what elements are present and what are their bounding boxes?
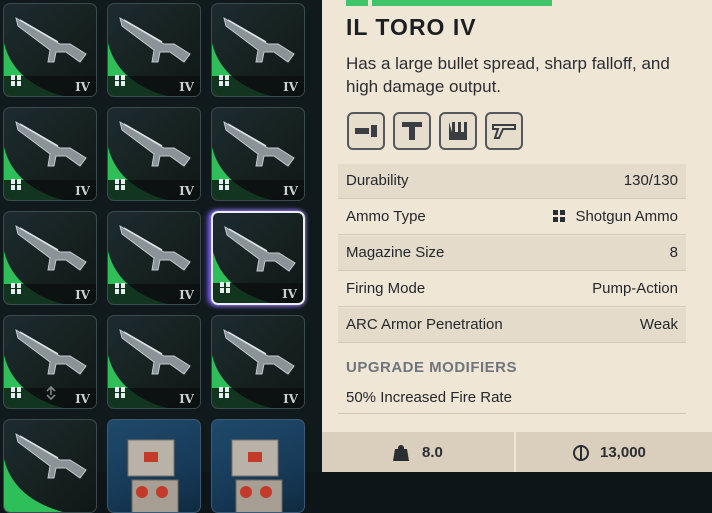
item-detail-panel: IL TORO IV Has a large bullet spread, sh… — [322, 0, 712, 472]
stock-icon[interactable] — [485, 112, 523, 150]
shotgun-ammo-icon — [114, 282, 127, 300]
weight-icon — [392, 444, 410, 467]
weight-box: 8.0 — [322, 432, 514, 472]
tier-label: IV — [179, 392, 194, 406]
shotgun-ammo-icon — [10, 282, 23, 300]
inventory-slot[interactable]: IV — [3, 315, 97, 409]
stat-row-ammo-type: Ammo Type Shotgun Ammo — [338, 200, 686, 235]
rarity-bar-right — [456, 0, 552, 6]
inventory-slot[interactable]: IV — [3, 107, 97, 201]
shotgun-icon — [223, 16, 295, 63]
inventory-slot[interactable] — [3, 419, 97, 513]
tier-label: IV — [179, 80, 194, 94]
shotgun-ammo-icon — [10, 74, 23, 92]
inventory-slot[interactable]: IV — [107, 3, 201, 97]
rarity-bar-left — [346, 0, 368, 6]
upgrade-modifier: 50% Increased Fire Rate — [346, 389, 512, 406]
shotgun-icon — [15, 16, 87, 63]
inventory-slot[interactable]: IV — [211, 107, 305, 201]
inventory-slot[interactable]: IV — [107, 107, 201, 201]
shotgun-ammo-icon — [218, 178, 231, 196]
shotgun-ammo-icon — [114, 178, 127, 196]
shotgun-icon — [119, 224, 191, 271]
inventory-slot[interactable]: IV — [211, 211, 305, 305]
shotgun-ammo-icon — [114, 386, 127, 404]
tier-label: IV — [283, 184, 298, 198]
shotgun-icon — [15, 224, 87, 271]
inventory-slot[interactable]: IV — [211, 315, 305, 409]
price-value: 13,000 — [600, 444, 646, 461]
shotgun-icon — [15, 432, 87, 479]
shotgun-icon — [15, 328, 87, 375]
shotgun-ammo-icon — [218, 74, 231, 92]
shotgun-ammo-icon — [219, 281, 232, 299]
stat-value: Shotgun Ammo — [575, 208, 678, 225]
shotgun-icon — [119, 16, 191, 63]
upgrade-modifiers-header: UPGRADE MODIFIERS — [346, 359, 518, 376]
item-description: Has a large bullet spread, sharp falloff… — [346, 54, 670, 96]
shotgun-icon — [223, 328, 295, 375]
stat-row-durability: Durability 130/130 — [338, 164, 686, 199]
inventory-slot-crate[interactable] — [107, 419, 201, 513]
inventory-slot-crate[interactable] — [211, 419, 305, 513]
shotgun-ammo-icon — [218, 386, 231, 404]
tier-label: IV — [75, 184, 90, 198]
shotgun-ammo-icon — [10, 178, 23, 196]
stat-value: 8 — [669, 244, 678, 261]
grip-icon[interactable] — [439, 112, 477, 150]
divider — [338, 413, 686, 414]
tier-label: IV — [179, 184, 194, 198]
magazine-icon[interactable] — [347, 112, 385, 150]
coin-icon — [572, 444, 590, 467]
weight-value: 8.0 — [422, 444, 443, 461]
shotgun-icon — [15, 120, 87, 167]
t-bar-icon[interactable] — [393, 112, 431, 150]
stat-row-arc-armor-penetration: ARC Armor Penetration Weak — [338, 308, 686, 343]
shotgun-icon — [223, 120, 295, 167]
stat-row-firing-mode: Firing Mode Pump-Action — [338, 272, 686, 307]
rarity-bar-mid — [372, 0, 468, 6]
stat-label: Ammo Type — [346, 208, 426, 225]
tier-label: IV — [75, 80, 90, 94]
stat-label: ARC Armor Penetration — [346, 316, 503, 333]
inventory-grid: IV IV IV IV IV IV IV IV IV IV IV IV — [0, 0, 322, 513]
shotgun-ammo-icon — [552, 209, 566, 228]
tier-label: IV — [179, 288, 194, 302]
tier-label: IV — [75, 392, 90, 406]
shotgun-ammo-icon — [114, 74, 127, 92]
stat-label: Firing Mode — [346, 280, 426, 297]
tier-label: IV — [282, 287, 297, 301]
inventory-slot[interactable]: IV — [107, 211, 201, 305]
inventory-slot[interactable]: IV — [3, 3, 97, 97]
tier-label: IV — [283, 80, 298, 94]
inventory-slot[interactable]: IV — [3, 211, 97, 305]
inventory-slot[interactable]: IV — [107, 315, 201, 409]
inventory-slot[interactable]: IV — [211, 3, 305, 97]
price-box: 13,000 — [516, 432, 712, 472]
item-name: IL TORO IV — [346, 14, 477, 40]
stat-label: Durability — [346, 172, 409, 189]
stat-label: Magazine Size — [346, 244, 445, 261]
stat-value: Weak — [639, 316, 678, 333]
stat-row-magazine-size: Magazine Size 8 — [338, 236, 686, 271]
stat-value: 130/130 — [623, 172, 678, 189]
shotgun-icon — [119, 120, 191, 167]
tier-label: IV — [283, 392, 298, 406]
stat-value: Pump-Action — [592, 280, 678, 297]
tier-label: IV — [75, 288, 90, 302]
shotgun-icon — [119, 328, 191, 375]
recycle-icon — [44, 385, 58, 405]
shotgun-icon — [224, 225, 296, 272]
shotgun-ammo-icon — [10, 386, 23, 404]
